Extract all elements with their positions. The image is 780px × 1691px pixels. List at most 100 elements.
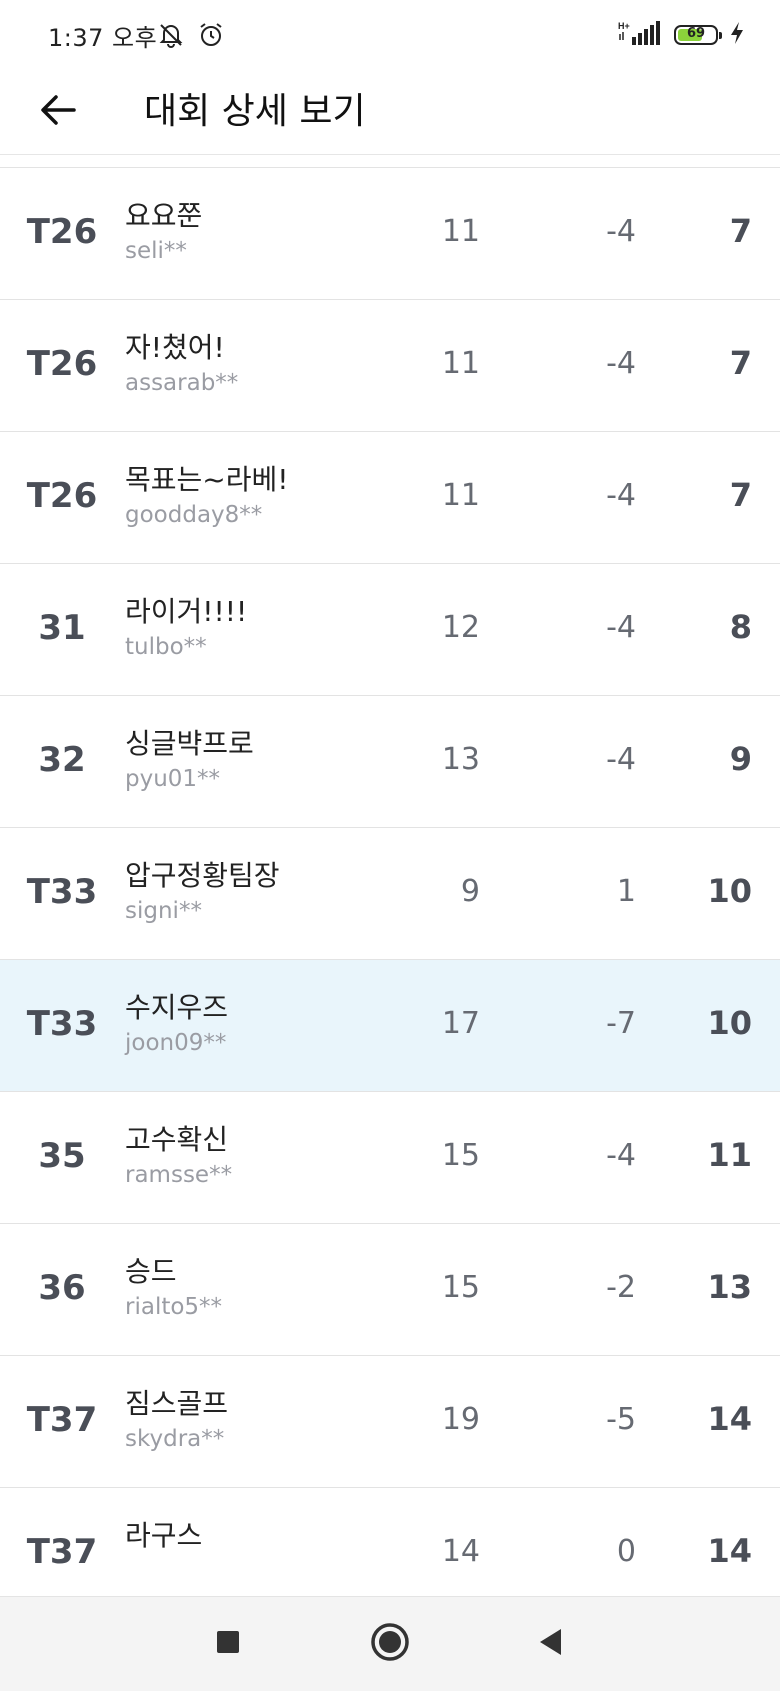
- leaderboard-row[interactable]: T26 자!쳤어! assarab** 11 -4 7: [0, 300, 780, 432]
- player-user-id: seli**: [125, 238, 187, 264]
- par-value: -2: [606, 1270, 636, 1305]
- par-value: -4: [606, 214, 636, 249]
- signal-icon: H+: [618, 20, 662, 50]
- strokes-value: 13: [441, 742, 480, 777]
- nav-back-button[interactable]: [528, 1621, 574, 1667]
- system-nav-bar: [0, 1596, 780, 1691]
- score-value: 14: [707, 1532, 752, 1570]
- strokes-value: 15: [441, 1138, 480, 1173]
- leaderboard-row[interactable]: 31 라이거!!!! tulbo** 12 -4 8: [0, 564, 780, 696]
- back-button[interactable]: [34, 88, 82, 136]
- player-user-id: assarab**: [125, 370, 239, 396]
- par-value: -4: [606, 742, 636, 777]
- strokes-value: 14: [441, 1534, 480, 1569]
- score-value: 13: [707, 1268, 752, 1306]
- charging-icon: [730, 21, 744, 49]
- player-nickname: 짐스골프: [125, 1387, 229, 1420]
- leaderboard-row[interactable]: 32 싱글뱍프로 pyu01** 13 -4 9: [0, 696, 780, 828]
- home-button[interactable]: [367, 1621, 413, 1667]
- score-value: 9: [729, 740, 752, 778]
- rank-label: T26: [26, 476, 98, 516]
- par-value: 1: [616, 874, 636, 909]
- alarm-icon: [198, 22, 224, 52]
- score-value: 7: [729, 476, 752, 514]
- player-user-id: goodday8**: [125, 502, 263, 528]
- rank-label: 36: [38, 1268, 86, 1308]
- leaderboard-row[interactable]: T37 짐스골프 skydra** 19 -5 14: [0, 1356, 780, 1488]
- par-value: -4: [606, 1138, 636, 1173]
- player-user-id: ramsse**: [125, 1162, 233, 1188]
- leaderboard-list[interactable]: g T26 요요쭌 seli** 11 -4 7 T26 자!쳤어! assarab** 11 -4…: [0, 154, 780, 1596]
- player-nickname: 압구정황팀장: [125, 859, 280, 892]
- score-value: 7: [729, 344, 752, 382]
- score-value: 11: [707, 1136, 752, 1174]
- score-value: 10: [707, 1004, 752, 1042]
- leaderboard-row[interactable]: T37 라구스 14 0 14: [0, 1488, 780, 1596]
- partial-row[interactable]: g: [0, 154, 780, 168]
- recent-apps-button[interactable]: [205, 1621, 251, 1667]
- leaderboard-row[interactable]: T33 수지우즈 joon09** 17 -7 10: [0, 960, 780, 1092]
- rank-label: T26: [26, 344, 98, 384]
- recent-apps-icon: [215, 1629, 241, 1659]
- rank-label: T26: [26, 212, 98, 252]
- status-icons-right: H+ 69: [618, 20, 744, 50]
- status-time: 1:37 오후: [48, 24, 158, 52]
- strokes-value: 11: [441, 346, 480, 381]
- strokes-value: 11: [441, 478, 480, 513]
- par-value: -4: [606, 346, 636, 381]
- score-value: 8: [729, 608, 752, 646]
- player-user-id: rialto5**: [125, 1294, 223, 1320]
- strokes-value: 19: [441, 1402, 480, 1437]
- arrow-left-icon: [40, 94, 76, 130]
- status-bar: 1:37 오후 H+ 69: [0, 0, 780, 72]
- rank-label: 31: [38, 608, 86, 648]
- strokes-value: 12: [441, 610, 480, 645]
- player-user-id: pyu01**: [125, 766, 221, 792]
- page-title: 대회 상세 보기: [144, 91, 366, 132]
- player-nickname: 수지우즈: [125, 991, 229, 1024]
- player-nickname: 자!쳤어!: [125, 331, 225, 364]
- player-user-id: tulbo**: [125, 634, 207, 660]
- battery-level: 69: [686, 26, 706, 41]
- leaderboard-row[interactable]: 36 승드 rialto5** 15 -2 13: [0, 1224, 780, 1356]
- player-nickname: 싱글뱍프로: [125, 727, 254, 760]
- app-bar: 대회 상세 보기: [0, 72, 780, 155]
- leaderboard-row[interactable]: T26 목표는~라베! goodday8** 11 -4 7: [0, 432, 780, 564]
- player-user-id: signi**: [125, 898, 202, 924]
- player-user-id: joon09**: [125, 1030, 227, 1056]
- rank-label: T33: [26, 872, 98, 912]
- rank-label: 35: [38, 1136, 86, 1176]
- strokes-value: 15: [441, 1270, 480, 1305]
- par-value: 0: [616, 1534, 636, 1569]
- player-nickname: 목표는~라베!: [125, 463, 289, 496]
- battery-icon: 69: [674, 25, 722, 45]
- player-nickname: 요요쭌: [125, 199, 203, 232]
- player-nickname: 승드: [125, 1255, 177, 1288]
- leaderboard-list-inner: g T26 요요쭌 seli** 11 -4 7 T26 자!쳤어! assarab** 11 -4…: [0, 154, 780, 1596]
- par-value: -5: [606, 1402, 636, 1437]
- score-value: 14: [707, 1400, 752, 1438]
- status-icons-left: [158, 22, 224, 52]
- player-nickname: 고수확신: [125, 1123, 229, 1156]
- network-label: H+: [618, 21, 630, 31]
- par-value: -4: [606, 610, 636, 645]
- home-icon: [370, 1622, 410, 1666]
- battery-nub: [719, 32, 722, 39]
- rank-label: T37: [26, 1532, 98, 1572]
- player-nickname: 라이거!!!!: [125, 595, 248, 628]
- leaderboard-row[interactable]: 35 고수확신 ramsse** 15 -4 11: [0, 1092, 780, 1224]
- score-value: 10: [707, 872, 752, 910]
- par-value: -7: [606, 1006, 636, 1041]
- strokes-value: 9: [460, 874, 480, 909]
- player-user-id: skydra**: [125, 1426, 225, 1452]
- rank-label: T37: [26, 1400, 98, 1440]
- back-triangle-icon: [536, 1627, 566, 1661]
- strokes-value: 11: [441, 214, 480, 249]
- mute-bell-icon: [158, 22, 184, 52]
- leaderboard-row[interactable]: T26 요요쭌 seli** 11 -4 7: [0, 168, 780, 300]
- player-nickname: 라구스: [125, 1519, 203, 1552]
- strokes-value: 17: [441, 1006, 480, 1041]
- rank-label: T33: [26, 1004, 98, 1044]
- leaderboard-row[interactable]: T33 압구정황팀장 signi** 9 1 10: [0, 828, 780, 960]
- rank-label: 32: [38, 740, 86, 780]
